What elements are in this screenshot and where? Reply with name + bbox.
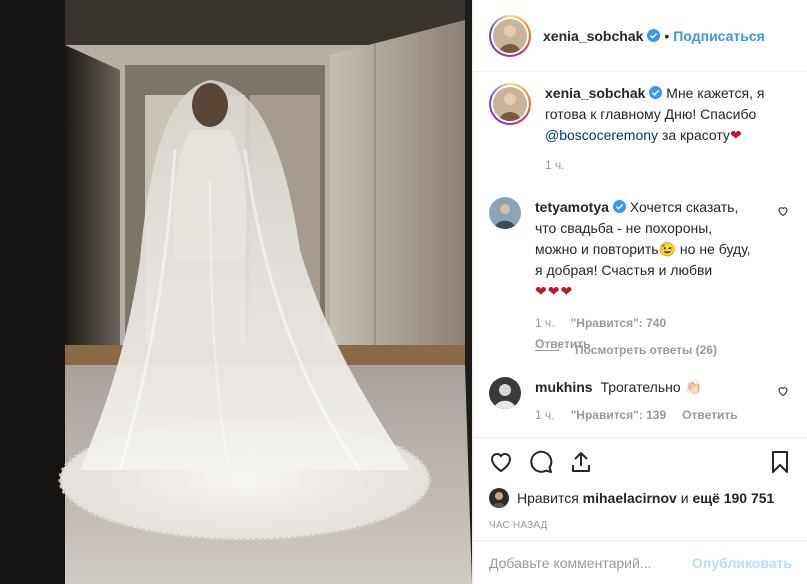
comments-section[interactable]: xenia_sobchak Мне кажется, я готова к гл…: [473, 73, 807, 437]
verified-badge-icon: [612, 200, 626, 213]
view-replies[interactable]: Посмотреть ответы (26): [535, 343, 717, 357]
comment-item: tetyamotya Хочется сказать, что свадьба …: [489, 197, 789, 355]
like-heart-icon[interactable]: [489, 450, 513, 474]
bookmark-icon[interactable]: [768, 450, 792, 474]
heart-emoji: ❤: [729, 127, 743, 143]
story-ring[interactable]: [489, 14, 531, 57]
likes-connector: и: [680, 490, 689, 506]
likes-prefix: Нравится: [517, 490, 579, 506]
caption-story-ring[interactable]: [489, 83, 531, 125]
view-replies-label[interactable]: Посмотреть ответы (26): [575, 343, 717, 357]
comment-avatar[interactable]: [489, 197, 521, 229]
publish-button[interactable]: Опубликовать: [692, 555, 792, 571]
wink-emoji: 😉: [658, 241, 677, 257]
post-actions: Нравится mihaelacirnov и ещё 190 751 ЧАС…: [473, 437, 807, 531]
add-comment-bar: Опубликовать: [473, 540, 807, 584]
follow-button[interactable]: Подписаться: [673, 28, 765, 44]
comment-likes[interactable]: "Нравится": 139: [571, 408, 667, 422]
reply-button[interactable]: Ответить: [682, 408, 737, 422]
caption-time[interactable]: 1 ч.: [545, 158, 565, 172]
bride-veil-image: [0, 0, 472, 584]
likes-count[interactable]: ещё 190 751: [692, 490, 774, 506]
like-comment-heart-icon[interactable]: [777, 205, 789, 217]
comment-input[interactable]: [489, 554, 693, 571]
caption-avatar: [493, 87, 527, 121]
comment-likes[interactable]: "Нравится": 740: [571, 316, 667, 330]
avatar: [493, 18, 527, 53]
comment-bubble-icon[interactable]: [529, 450, 553, 474]
verified-badge-icon: [649, 86, 663, 99]
caption-text-after: за красоту: [661, 127, 730, 143]
liker-username[interactable]: mihaelacirnov: [583, 490, 677, 506]
header-separator: •: [664, 27, 670, 44]
post-timestamp[interactable]: ЧАС НАЗАД: [489, 520, 792, 531]
comment-time[interactable]: 1 ч.: [535, 408, 555, 422]
caption-mention-link[interactable]: @boscoceremony: [545, 127, 658, 143]
clap-emoji: 👏🏻: [684, 379, 702, 395]
verified-badge-icon: [647, 29, 661, 42]
instagram-post: xenia_sobchak • Подписаться xenia_sobcha…: [0, 0, 807, 584]
caption-username[interactable]: xenia_sobchak: [545, 85, 645, 101]
replies-divider: [535, 349, 559, 351]
comment-username[interactable]: mukhins: [535, 379, 593, 395]
caption: xenia_sobchak Мне кажется, я готова к гл…: [489, 83, 789, 172]
action-icons: [489, 438, 792, 486]
liker-avatar[interactable]: [489, 488, 509, 508]
like-comment-heart-icon[interactable]: [777, 385, 789, 397]
post-header: xenia_sobchak • Подписаться: [473, 0, 807, 72]
share-icon[interactable]: [569, 450, 593, 474]
comment-avatar[interactable]: [489, 377, 521, 409]
comment-username[interactable]: tetyamotya: [535, 199, 609, 215]
post-details-panel: xenia_sobchak • Подписаться xenia_sobcha…: [472, 0, 807, 584]
header-username[interactable]: xenia_sobchak: [543, 28, 643, 44]
likes-summary: Нравится mihaelacirnov и ещё 190 751: [489, 486, 792, 510]
comment-time[interactable]: 1 ч.: [535, 316, 555, 330]
post-photo[interactable]: [0, 0, 472, 584]
comment-text: Трогательно: [600, 379, 681, 395]
comment-item: mukhins Трогательно 👏🏻 1 ч. "Нравится": …: [489, 377, 789, 422]
hearts-emoji: ❤❤❤: [535, 283, 574, 299]
